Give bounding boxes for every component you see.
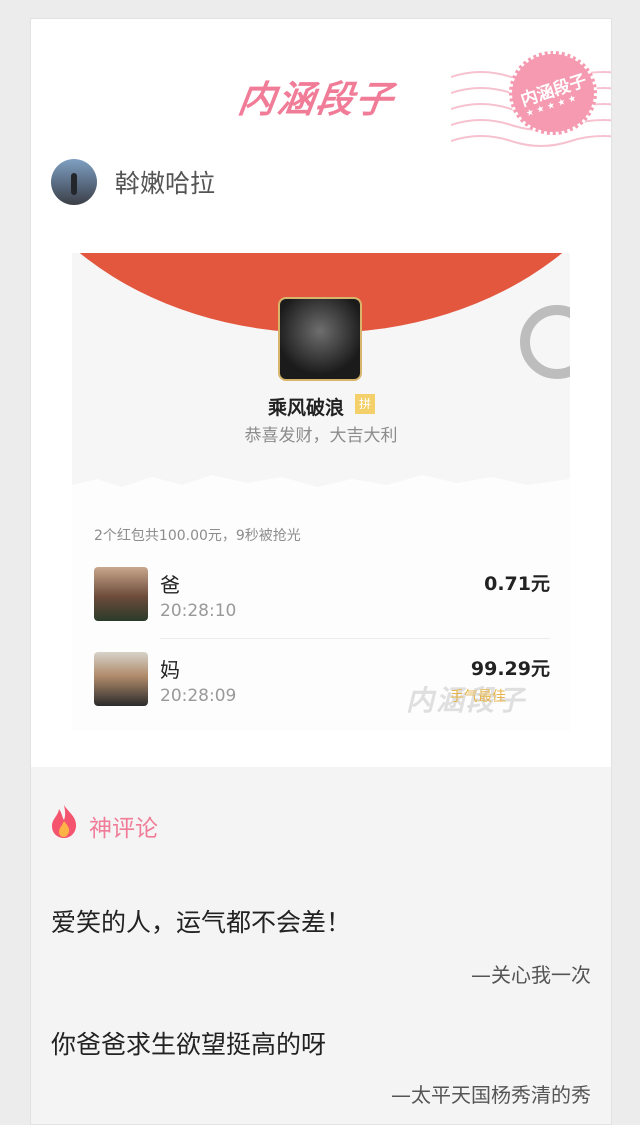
section-title: 神评论 <box>89 816 158 842</box>
brand-logo: 内涵段子 <box>235 78 398 121</box>
receiver-time: 20:28:09 <box>160 686 237 706</box>
post-author[interactable]: 斡嫩哈拉 <box>51 159 215 205</box>
sender-badge: 拼 <box>355 394 375 414</box>
comment-author[interactable]: —太平天国杨秀清的秀 <box>391 1079 591 1108</box>
red-packet-screenshot[interactable]: 乘风破浪 拼 恭喜发财，大吉大利 2个红包共100.00元，9秒被抢光 爸 20… <box>72 253 570 731</box>
decorative-ring <box>520 305 570 379</box>
receiver-name: 爸 <box>160 573 180 597</box>
row-divider <box>160 638 550 639</box>
author-name[interactable]: 斡嫩哈拉 <box>115 164 215 200</box>
receiver-amount: 0.71元 <box>484 573 550 595</box>
receiver-amount: 99.29元 <box>470 658 550 680</box>
brand-stamp: 内涵段子 ★★★★★ <box>509 51 597 135</box>
comment-author[interactable]: —关心我一次 <box>471 959 591 988</box>
receiver-name: 妈 <box>160 658 180 682</box>
hot-comments-section: 神评论 爱笑的人，运气都不会差！ —关心我一次 你爸爸求生欲望挺高的呀 —太平天… <box>31 767 611 1124</box>
fire-icon <box>52 805 77 838</box>
sender-name: 乘风破浪 <box>268 397 345 419</box>
receiver-time: 20:28:10 <box>160 601 237 621</box>
comment-text: 你爸爸求生欲望挺高的呀 <box>51 1030 327 1059</box>
receiver-row: 爸 20:28:10 0.71元 <box>94 559 550 639</box>
comment-text: 爱笑的人，运气都不会差！ <box>51 908 352 937</box>
packet-summary: 2个红包共100.00元，9秒被抢光 <box>94 528 301 544</box>
best-luck-tag: 手气最佳 <box>450 689 506 705</box>
post-card: 内涵段子 内涵段子 ★★★★★ 斡嫩哈拉 乘风破浪 拼 恭喜发财，大吉大利 2个… <box>30 18 612 1125</box>
sender-avatar <box>278 297 362 381</box>
blessing-text: 恭喜发财，大吉大利 <box>244 426 398 446</box>
receiver-avatar <box>94 567 148 621</box>
author-avatar[interactable] <box>51 159 97 205</box>
receiver-avatar <box>94 652 148 706</box>
